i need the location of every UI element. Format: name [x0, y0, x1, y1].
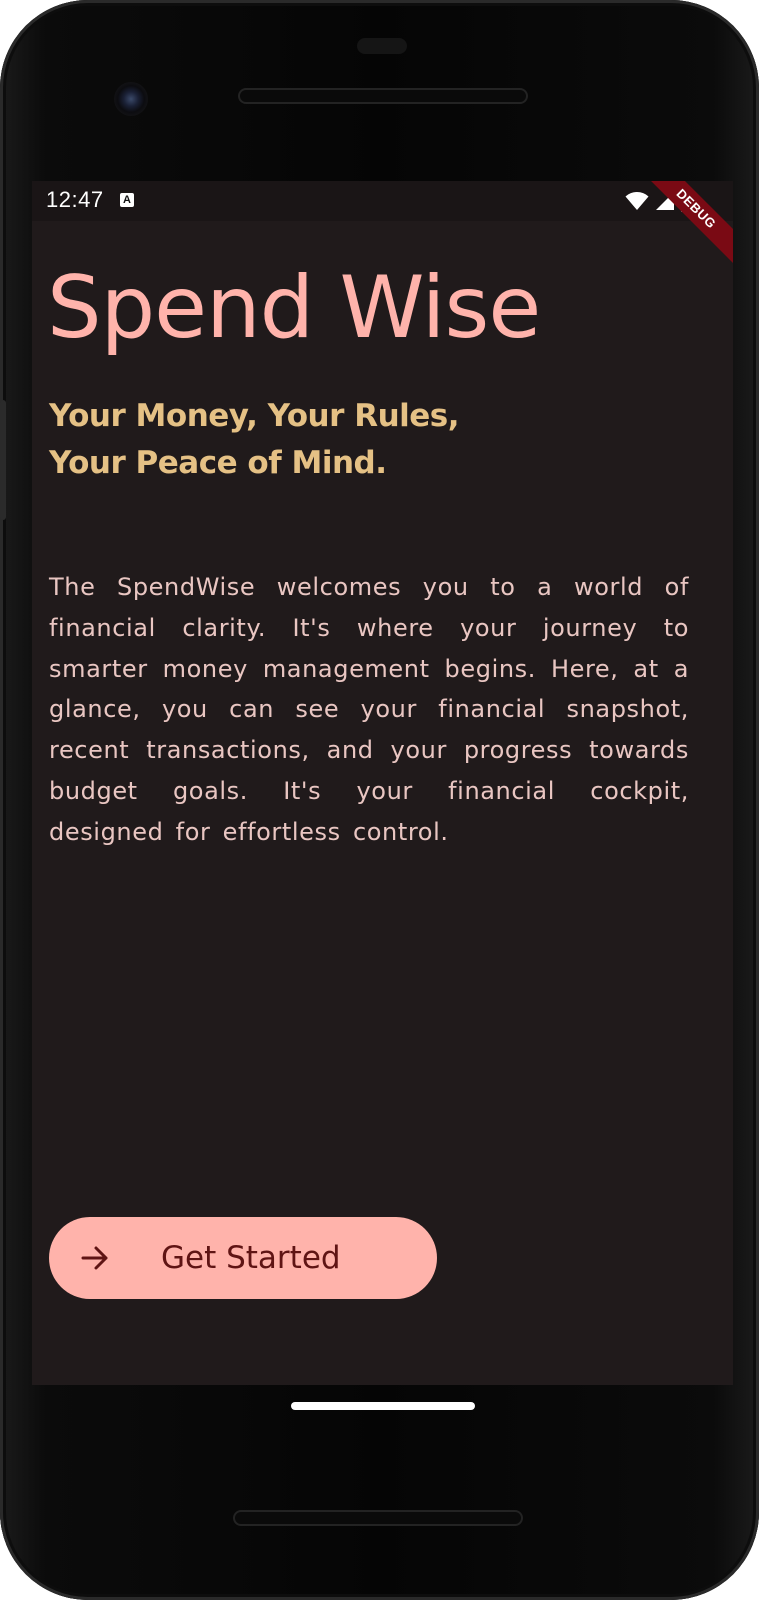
- a-icon: A: [120, 193, 134, 207]
- gesture-nav-handle[interactable]: [291, 1402, 475, 1410]
- app-title: Spend Wise: [47, 258, 541, 358]
- tagline-line-2: Your Peace of Mind.: [49, 445, 387, 481]
- front-camera: [114, 82, 148, 116]
- phone-frame: 12:47 A DEBUG Spend Wise Your Money, You…: [0, 0, 759, 1600]
- earpiece: [357, 38, 407, 54]
- status-time: 12:47: [46, 187, 104, 212]
- top-speaker-grille: [238, 88, 528, 104]
- status-bar: 12:47 A DEBUG: [32, 181, 733, 271]
- get-started-label: Get Started: [161, 1240, 341, 1276]
- volume-button: [0, 400, 6, 520]
- get-started-button[interactable]: Get Started: [49, 1217, 437, 1299]
- tagline: Your Money, Your Rules, Your Peace of Mi…: [49, 393, 460, 487]
- app-screen: 12:47 A DEBUG Spend Wise Your Money, You…: [32, 181, 733, 1385]
- bottom-speaker-grille: [233, 1510, 523, 1526]
- tagline-line-1: Your Money, Your Rules,: [49, 398, 460, 434]
- wifi-icon: [625, 192, 649, 210]
- arrow-right-icon: [81, 1246, 108, 1270]
- intro-paragraph: The SpendWise welcomes you to a world of…: [49, 573, 689, 846]
